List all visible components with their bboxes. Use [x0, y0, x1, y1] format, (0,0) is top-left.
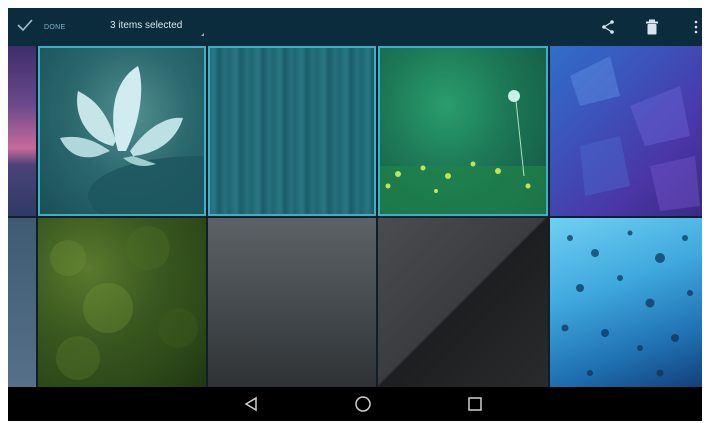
- tile-moss[interactable]: [38, 218, 206, 387]
- moss-texture: [50, 226, 198, 380]
- dandelion-image: [378, 90, 548, 216]
- checkmark-icon: [16, 18, 34, 37]
- share-icon[interactable]: [598, 17, 618, 37]
- tile-gray-gradient[interactable]: [208, 218, 376, 387]
- back-icon[interactable]: [241, 394, 261, 414]
- dropdown-caret-icon: [201, 33, 204, 36]
- contextual-action-bar: DONE 3 items selected: [8, 8, 702, 46]
- wallpaper-picker-screen: DONE 3 items selected: [8, 8, 702, 421]
- water-drops-image: [561, 230, 693, 377]
- wallpaper-grid: [8, 46, 702, 387]
- tile-teal-wood[interactable]: [208, 46, 376, 216]
- selection-count-dropdown[interactable]: 3 items selected: [110, 20, 182, 31]
- overflow-menu-icon[interactable]: [686, 17, 702, 37]
- tile-purple-lake[interactable]: [8, 46, 36, 216]
- home-icon[interactable]: [353, 394, 373, 414]
- tile-dandelion[interactable]: [378, 46, 548, 216]
- polygons-image: [570, 56, 700, 211]
- tile-water-drops[interactable]: [550, 218, 702, 387]
- recents-icon[interactable]: [465, 394, 485, 414]
- delete-icon[interactable]: [642, 17, 662, 37]
- lotus-image: [60, 66, 206, 216]
- tile-lotus[interactable]: [38, 46, 206, 216]
- system-navigation-bar: [8, 387, 702, 421]
- tile-dark-diagonal[interactable]: [378, 218, 548, 387]
- done-label: DONE: [44, 23, 66, 31]
- done-button[interactable]: DONE: [16, 8, 65, 46]
- tile-slate-edge[interactable]: [8, 218, 36, 387]
- tile-blue-polygons[interactable]: [550, 46, 702, 216]
